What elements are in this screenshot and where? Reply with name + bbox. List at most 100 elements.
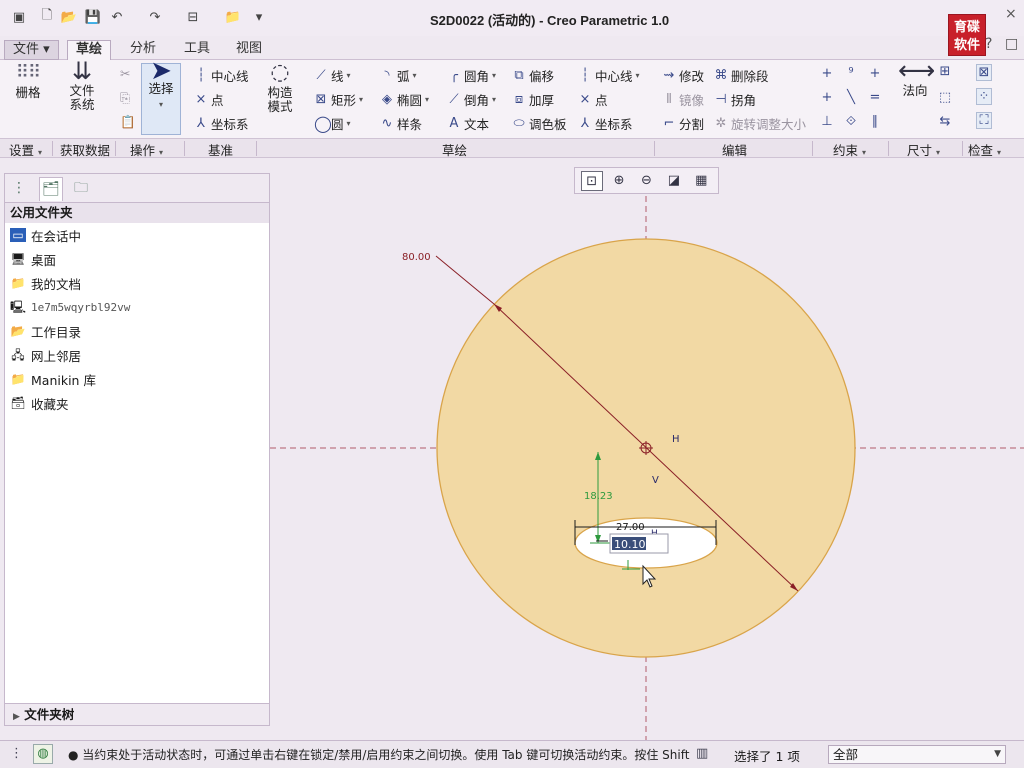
group-sketch: 草绘 — [442, 143, 468, 158]
spline-button[interactable]: ∿ 样条 — [380, 114, 422, 133]
shade-closed-loops-icon[interactable]: ⛶ — [976, 112, 992, 129]
undo-icon[interactable]: ↶ — [108, 8, 126, 26]
highlight-open-ends-icon[interactable]: ⁘ — [976, 88, 992, 105]
redo-icon[interactable]: ↷ — [146, 8, 164, 26]
selection-buffer-icon[interactable]: ▥ — [696, 746, 708, 761]
line-button[interactable]: ⟋ 线 ▾ — [314, 66, 350, 85]
paste-icon[interactable]: 📋 — [120, 114, 136, 130]
arc-button[interactable]: ◝ 弧 ▾ — [380, 66, 416, 85]
datum-coordsys-button[interactable]: ⅄ 坐标系 — [194, 114, 249, 133]
tab-view[interactable]: 视图 — [228, 40, 270, 60]
ellipse-button[interactable]: ◈ 椭圆 ▾ — [380, 90, 429, 109]
vertical-constraint-icon[interactable]: + — [820, 66, 834, 81]
text-button[interactable]: A 文本 — [447, 114, 489, 133]
perimeter-dim-icon[interactable]: ⊞ — [938, 64, 952, 79]
equal-constraint-icon[interactable]: = — [868, 90, 882, 105]
favorites-icon: 🗃 — [10, 396, 26, 410]
perpendicular-constraint-icon[interactable]: ⊥ — [820, 114, 834, 129]
group-constrain[interactable]: 约束 ▾ — [833, 140, 866, 159]
thicken-button[interactable]: ⧈ 加厚 — [512, 90, 554, 109]
offset-button[interactable]: ⧉ 偏移 — [512, 66, 554, 85]
close-button[interactable]: × — [1005, 6, 1017, 22]
tangent-constraint-icon[interactable]: ⁹ — [844, 66, 858, 81]
sketch-point-button[interactable]: × 点 — [578, 90, 608, 109]
group-operations[interactable]: 操作 ▾ — [130, 140, 163, 159]
vertical-constraint-label: V — [652, 475, 659, 486]
palette-icon: ⬭ — [513, 116, 525, 131]
reference-dim-icon[interactable]: ⬚ — [938, 90, 952, 105]
folder-item-session[interactable]: ▭ 在会话中 — [10, 225, 81, 245]
folder-item-network[interactable]: 🖧 网上邻居 — [10, 345, 81, 365]
diameter-dimension-label[interactable]: 80.00 — [402, 252, 431, 263]
model-tree-tab-icon[interactable]: ⋮ — [7, 177, 31, 201]
folder-item-working-directory[interactable]: 📂 工作目录 — [10, 321, 82, 341]
corner-button[interactable]: ⊣ 拐角 — [714, 90, 756, 109]
datum-point-button[interactable]: × 点 — [194, 90, 224, 109]
midpoint-constraint-icon[interactable]: ╲ — [844, 90, 858, 105]
copy-icon[interactable]: ⎘ — [120, 90, 130, 106]
symmetric-constraint-icon[interactable]: + — [868, 66, 882, 81]
chamfer-button[interactable]: ⟋ 倒角 ▾ — [447, 90, 496, 109]
folder-item-desktop[interactable]: 🖥 桌面 — [10, 249, 56, 269]
expand-arrow-icon: ▶ — [13, 712, 20, 722]
datum-centerline-button[interactable]: ┆ 中心线 — [194, 66, 248, 85]
horizontal-constraint-icon[interactable]: + — [820, 90, 834, 105]
folder-browser-panel: ⋮ 🗂 🗀 公用文件夹 ▭ 在会话中 🖥 桌面 📁 我的文档 🖳 1e7m5wqyrbl… — [4, 173, 270, 726]
toggle-navigator-icon[interactable]: ⋮ — [10, 746, 23, 761]
sketch-centerline-button[interactable]: ┆ 中心线 ▾ — [578, 66, 639, 85]
fillet-button[interactable]: ╭ 圆角 ▾ — [447, 66, 496, 85]
circle-button[interactable]: ◯ 圆 ▾ — [314, 114, 351, 133]
folder-browser-tab-icon[interactable]: 🗂 — [39, 177, 63, 201]
regenerate-icon[interactable]: ⊟ — [184, 8, 202, 26]
rotate-resize-button[interactable]: ✲ 旋转调整大小 — [714, 114, 806, 133]
folder-item-documents[interactable]: 📁 我的文档 — [10, 273, 82, 293]
group-inspect[interactable]: 检查 ▾ — [968, 140, 1001, 159]
vertical-dimension-label[interactable]: 18.23 — [584, 491, 613, 502]
open-file-icon[interactable]: 📂 — [60, 8, 78, 26]
delete-segment-button[interactable]: ⌘ 删除段 — [714, 66, 769, 85]
group-setup[interactable]: 设置 ▾ — [9, 140, 42, 159]
palette-button[interactable]: ⬭ 调色板 — [512, 114, 566, 133]
select-button[interactable]: ➤ 选择 ▾ — [141, 58, 181, 135]
title-bar: ▣ 🗋 📂 💾 ↶ ↷ ⊟ 📁 ▾ S2D0022 (活动的) - Creo P… — [0, 0, 1024, 56]
selection-filter-select[interactable]: 全部 ▼ — [828, 745, 1006, 764]
customize-toolbar-icon[interactable]: ▾ — [250, 8, 268, 26]
file-system-button[interactable]: ⇊ 文件 系统 — [62, 59, 102, 112]
normal-dimension-button[interactable]: ⟷ 法向 — [898, 58, 935, 98]
group-getdata: 获取数据 — [60, 143, 111, 158]
save-icon[interactable]: 💾 — [84, 8, 102, 26]
folder-item-favorites[interactable]: 🗃 收藏夹 — [10, 393, 68, 413]
cut-icon[interactable]: ✂ — [120, 66, 130, 81]
new-file-icon[interactable]: 🗋 — [38, 8, 56, 26]
coincident-constraint-icon[interactable]: ⟐ — [844, 114, 858, 129]
construction-mode-button[interactable]: ◌ 构造 模式 — [262, 62, 298, 114]
folder-item-manikin[interactable]: 📁 Manikin 库 — [10, 369, 96, 389]
tab-tools[interactable]: 工具 — [176, 40, 218, 60]
spline-icon: ∿ — [381, 116, 393, 131]
window-icon[interactable]: 📁 — [224, 8, 242, 26]
arc-icon: ◝ — [384, 68, 390, 83]
group-dimension[interactable]: 尺寸 ▾ — [907, 140, 940, 159]
grid-button[interactable]: ⠿⠿ 栅格 — [10, 64, 46, 100]
baseline-dim-icon[interactable]: ⇆ — [938, 114, 952, 129]
ellipse-width-dimension-label[interactable]: 27.00 — [616, 522, 645, 533]
modify-button[interactable]: ⇝ 修改 — [662, 66, 704, 85]
folder-item-computer[interactable]: 🖳 1e7m5wqyrbl92vw — [10, 297, 130, 317]
dimension-value-text[interactable]: 10.10 — [614, 538, 646, 551]
overlapping-icon[interactable]: ⊠ — [976, 64, 992, 81]
mirror-button[interactable]: ⫴ 镜像 — [662, 90, 704, 109]
divide-icon: ⌐ — [663, 116, 675, 131]
browser-toggle-icon[interactable]: ◍ — [33, 744, 53, 764]
rectangle-button[interactable]: ⊠ 矩形 ▾ — [314, 90, 363, 109]
folder-tree-toggle[interactable]: ▶ 文件夹树 — [5, 703, 269, 725]
favorites-tab-icon[interactable]: 🗀 — [69, 177, 93, 201]
status-message: ● 当约束处于活动状态时，可通过单击右键在锁定/禁用/启用约束之间切换。使用 T… — [68, 748, 690, 762]
tab-file[interactable]: 文件 ▾ — [4, 40, 59, 60]
folder-icon: 📂 — [10, 324, 26, 338]
divide-button[interactable]: ⌐ 分割 — [662, 114, 704, 133]
parallel-constraint-icon[interactable]: ∥ — [868, 114, 882, 129]
window-title: S2D0022 (活动的) - Creo Parametric 1.0 — [430, 13, 670, 28]
sketch-coordsys-button[interactable]: ⅄ 坐标系 — [578, 114, 633, 133]
sketch-canvas[interactable]: 80.00 H V 18.23 27.00 H 10.10 — [270, 160, 1024, 740]
ellipse-icon: ◈ — [382, 92, 392, 107]
